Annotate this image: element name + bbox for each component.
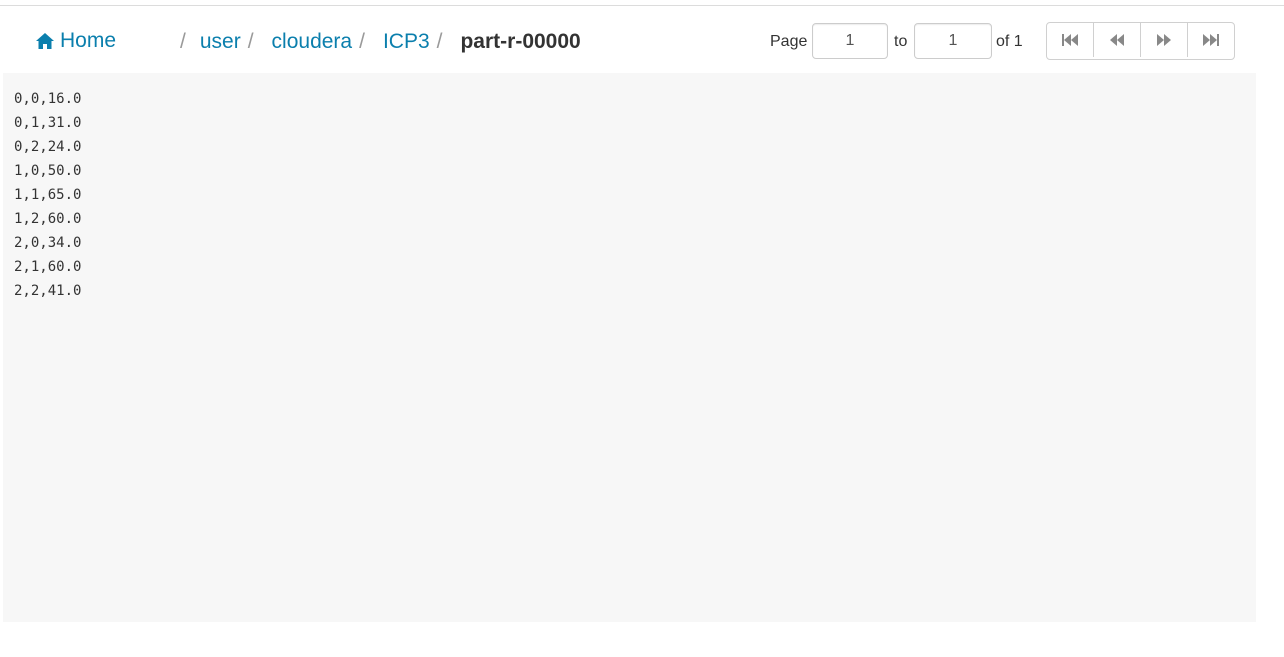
next-page-icon [1157, 34, 1171, 46]
home-link[interactable]: Home [35, 28, 116, 54]
last-page-button[interactable] [1188, 23, 1234, 57]
pagination-buttons [1046, 22, 1235, 60]
page-from-input[interactable] [812, 23, 888, 59]
breadcrumb-current-file: part-r-00000 [460, 30, 581, 53]
file-line: 0,1,31.0 [14, 115, 82, 131]
page-to-input[interactable] [914, 23, 992, 59]
breadcrumb-item-user[interactable]: user [200, 28, 241, 56]
breadcrumb-separator: / [436, 30, 443, 53]
page-label: Page [770, 33, 808, 50]
file-line: 0,2,24.0 [14, 139, 82, 155]
home-icon [36, 33, 54, 49]
previous-page-button[interactable] [1094, 23, 1141, 57]
first-page-icon [1062, 34, 1078, 46]
file-line: 2,1,60.0 [14, 259, 82, 275]
file-line: 0,0,16.0 [14, 91, 82, 107]
file-line: 2,2,41.0 [14, 283, 82, 299]
page-count-label: of 1 [996, 33, 1023, 50]
first-page-button[interactable] [1047, 23, 1094, 57]
breadcrumb-separator: / [247, 30, 254, 53]
next-page-button[interactable] [1141, 23, 1188, 57]
last-page-icon [1203, 34, 1219, 46]
file-line: 1,1,65.0 [14, 187, 82, 203]
breadcrumb: / user / cloudera / ICP3 / part-r-00000 [180, 28, 581, 56]
file-viewer-header: Home / user / cloudera / ICP3 / part-r-0… [0, 6, 1284, 73]
previous-page-icon [1110, 34, 1124, 46]
breadcrumb-separator: / [180, 30, 186, 53]
home-label: Home [60, 29, 117, 52]
file-line: 1,0,50.0 [14, 163, 82, 179]
file-content-panel: 0,0,16.0 0,1,31.0 0,2,24.0 1,0,50.0 1,1,65.0… [3, 73, 1256, 622]
breadcrumb-separator: / [359, 30, 365, 53]
file-line: 2,0,34.0 [14, 235, 82, 251]
breadcrumb-item-icp3[interactable]: ICP3 [383, 28, 430, 56]
file-line: 1,2,60.0 [14, 211, 82, 227]
file-content: 0,0,16.0 0,1,31.0 0,2,24.0 1,0,50.0 1,1,65.0… [3, 73, 1256, 317]
breadcrumb-item-cloudera[interactable]: cloudera [272, 28, 353, 56]
to-label: to [894, 33, 908, 50]
